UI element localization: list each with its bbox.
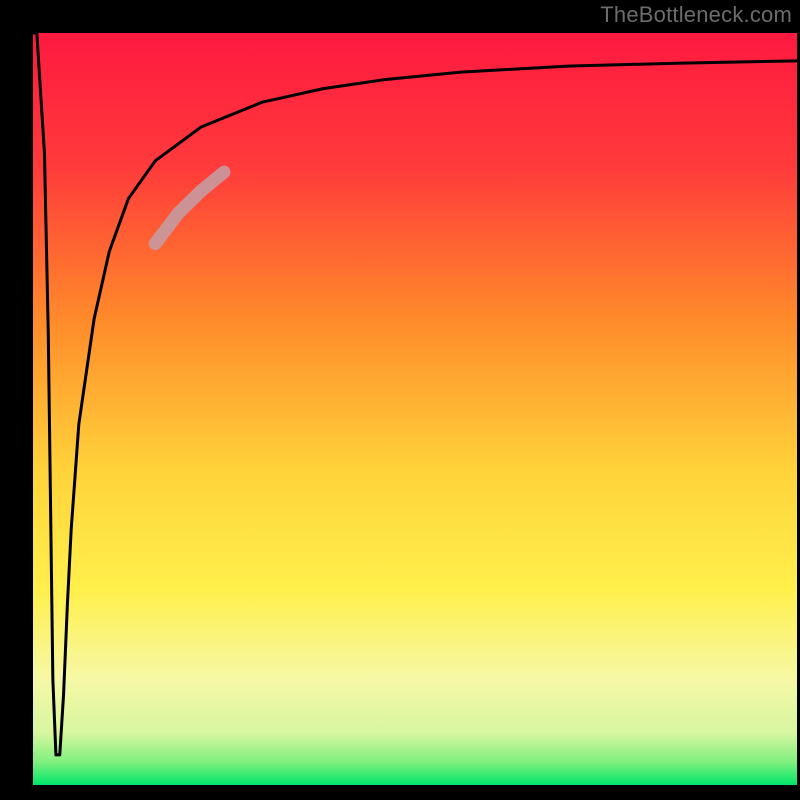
chart-svg [33,33,797,785]
plot-area [33,33,797,785]
gradient-background [33,33,797,785]
watermark-text: TheBottleneck.com [600,2,792,28]
chart-frame: TheBottleneck.com [0,0,800,800]
